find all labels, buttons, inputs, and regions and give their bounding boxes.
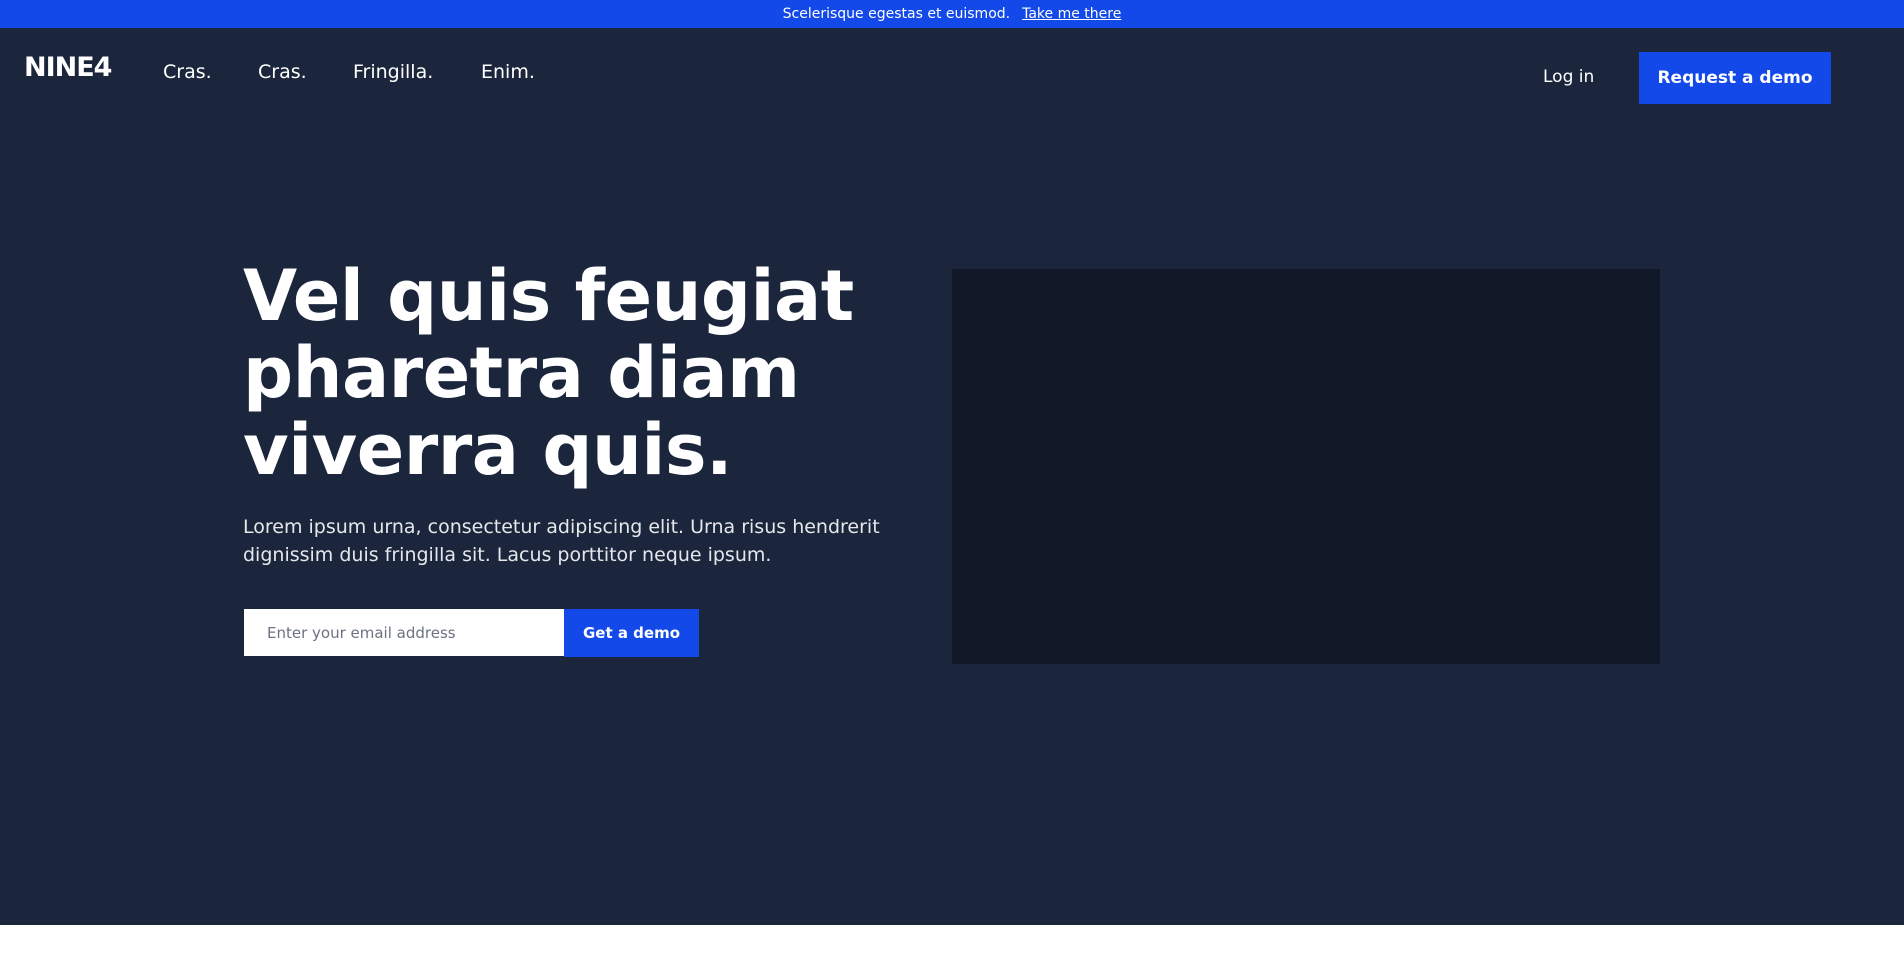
hero-subtext: Lorem ipsum urna, consectetur adipiscing… bbox=[243, 513, 903, 569]
announcement-link[interactable]: Take me there bbox=[1022, 6, 1121, 22]
hero-headline-line: pharetra diam bbox=[243, 332, 800, 414]
request-demo-button[interactable]: Request a demo bbox=[1639, 52, 1831, 104]
hero-headline: Vel quis feugiat pharetra diam viverra q… bbox=[243, 258, 963, 489]
hero-headline-line: viverra quis. bbox=[243, 409, 733, 491]
hero-subtext-line: dignissim duis fringilla sit. Lacus port… bbox=[243, 544, 772, 566]
announcement-bar: Scelerisque egestas et euismod. Take me … bbox=[0, 0, 1904, 28]
announcement-text: Scelerisque egestas et euismod. bbox=[782, 6, 1011, 22]
page: Scelerisque egestas et euismod. Take me … bbox=[0, 0, 1904, 964]
hero-headline-line: Vel quis feugiat bbox=[243, 255, 854, 337]
get-demo-button[interactable]: Get a demo bbox=[564, 609, 699, 657]
logo[interactable]: NINE4 bbox=[24, 52, 112, 83]
nav-item-cras-1[interactable]: Cras. bbox=[163, 61, 212, 83]
hero-subtext-line: Lorem ipsum urna, consectetur adipiscing… bbox=[243, 516, 880, 538]
nav-item-enim[interactable]: Enim. bbox=[481, 61, 535, 83]
login-link[interactable]: Log in bbox=[1543, 67, 1594, 87]
nav-item-cras-2[interactable]: Cras. bbox=[258, 61, 307, 83]
next-section bbox=[0, 925, 1904, 964]
hero-media-placeholder bbox=[952, 269, 1660, 664]
email-input[interactable] bbox=[244, 609, 564, 656]
nav-item-fringilla[interactable]: Fringilla. bbox=[353, 61, 433, 83]
